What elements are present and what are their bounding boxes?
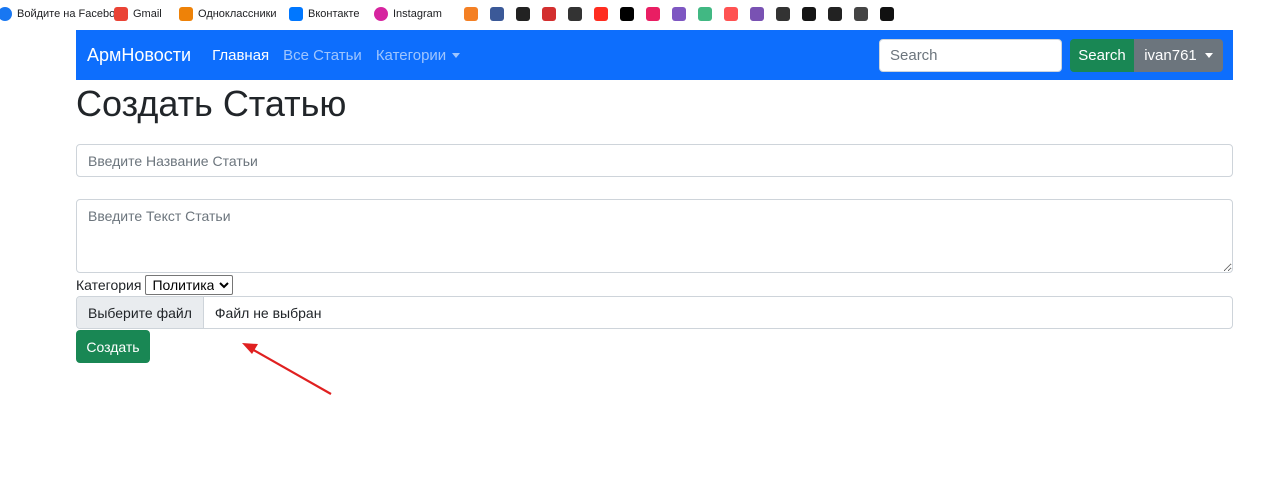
search-input[interactable]: [879, 38, 1062, 72]
bookmark-item[interactable]: Одноклассники: [179, 0, 281, 28]
category-row: Категория Политика: [76, 275, 234, 295]
bookmark-item[interactable]: Instagram: [374, 0, 458, 28]
odnoklassniki-icon: [179, 7, 193, 21]
nav-link-all-articles[interactable]: Все Статьи: [283, 47, 362, 64]
user-dropdown-button[interactable]: ivan761: [1134, 38, 1223, 72]
flag-icon: [672, 7, 686, 21]
choose-file-button[interactable]: Выберите файл: [77, 297, 204, 328]
bookmark-item[interactable]: Gmail: [114, 0, 171, 28]
pink-circle-icon: [646, 7, 660, 21]
nav-dropdown-categories[interactable]: Категории: [375, 46, 461, 64]
stackoverflow-icon: [464, 7, 478, 21]
file-input[interactable]: Выберите файл Файл не выбран: [76, 296, 1233, 329]
square-icon: [568, 7, 582, 21]
bookmark-label: Gmail: [133, 8, 162, 20]
bookmark-item[interactable]: [516, 0, 530, 28]
bookmark-item[interactable]: [672, 0, 686, 28]
instagram-icon: [374, 7, 388, 21]
search-button[interactable]: Search: [1070, 38, 1134, 72]
article-title-input[interactable]: [76, 144, 1233, 177]
laravel-icon: [594, 7, 608, 21]
bc-icon: [828, 7, 842, 21]
arrow-shaft: [249, 347, 332, 395]
k-icon: [880, 7, 894, 21]
bookmark-item[interactable]: [776, 0, 790, 28]
msb-icon: [490, 7, 504, 21]
codepen-red-icon: [724, 7, 738, 21]
bookmark-item[interactable]: [802, 0, 816, 28]
categories-label: Категории: [375, 46, 447, 64]
bookmark-label: Одноклассники: [198, 8, 277, 20]
globe-icon: [776, 7, 790, 21]
facebook-icon: [0, 7, 12, 21]
brand-link[interactable]: АрмНовости: [87, 45, 191, 66]
gmail-icon: [114, 7, 128, 21]
bookmark-label: Вконтакте: [308, 8, 360, 20]
bookmark-item[interactable]: [620, 0, 634, 28]
codesandbox-icon: [802, 7, 816, 21]
article-text-area[interactable]: [76, 199, 1233, 273]
vue-icon: [698, 7, 712, 21]
bookmark-item[interactable]: Войдите на Facebo...: [0, 0, 124, 28]
bookmark-item[interactable]: [750, 0, 764, 28]
vk-icon: [289, 7, 303, 21]
bookmark-item[interactable]: [880, 0, 894, 28]
bookmark-item[interactable]: [828, 0, 842, 28]
file-status: Файл не выбран: [214, 304, 322, 321]
nav-search-form: Search ivan761: [879, 38, 1223, 72]
bookmark-item[interactable]: [490, 0, 504, 28]
repo-icon: [542, 7, 556, 21]
dev-icon: [620, 7, 634, 21]
caret-down-icon: [452, 53, 461, 59]
username: ivan761: [1144, 46, 1197, 64]
bookmark-item[interactable]: [854, 0, 868, 28]
bookmark-item[interactable]: [568, 0, 582, 28]
caret-down-icon: [1204, 52, 1213, 58]
bookmark-item[interactable]: [646, 0, 660, 28]
bootstrap-icon: [750, 7, 764, 21]
navbar: АрмНовости Главная Все Статьи Категории …: [76, 30, 1233, 80]
bookmarks-bar: Войдите на Facebo... Gmail Одноклассники Вк…: [0, 0, 1280, 28]
bookmark-label: Войдите на Facebo...: [17, 8, 125, 20]
bookmark-item[interactable]: Вконтакте: [289, 0, 366, 28]
bookmark-dark-icon: [516, 7, 530, 21]
nav-link-home[interactable]: Главная: [212, 47, 269, 64]
arrow-head: [242, 343, 258, 354]
telegram-icon: [854, 7, 868, 21]
bookmark-label: Instagram: [393, 8, 442, 20]
bookmark-item[interactable]: [542, 0, 556, 28]
bookmark-item[interactable]: [724, 0, 738, 28]
category-label: Категория: [76, 277, 142, 293]
bookmark-item[interactable]: [464, 0, 478, 28]
bookmark-item[interactable]: [698, 0, 712, 28]
category-select[interactable]: Политика: [145, 275, 234, 295]
create-button[interactable]: Создать: [76, 330, 150, 363]
bookmark-item[interactable]: [594, 0, 608, 28]
page-title: Создать Статью: [76, 83, 347, 124]
